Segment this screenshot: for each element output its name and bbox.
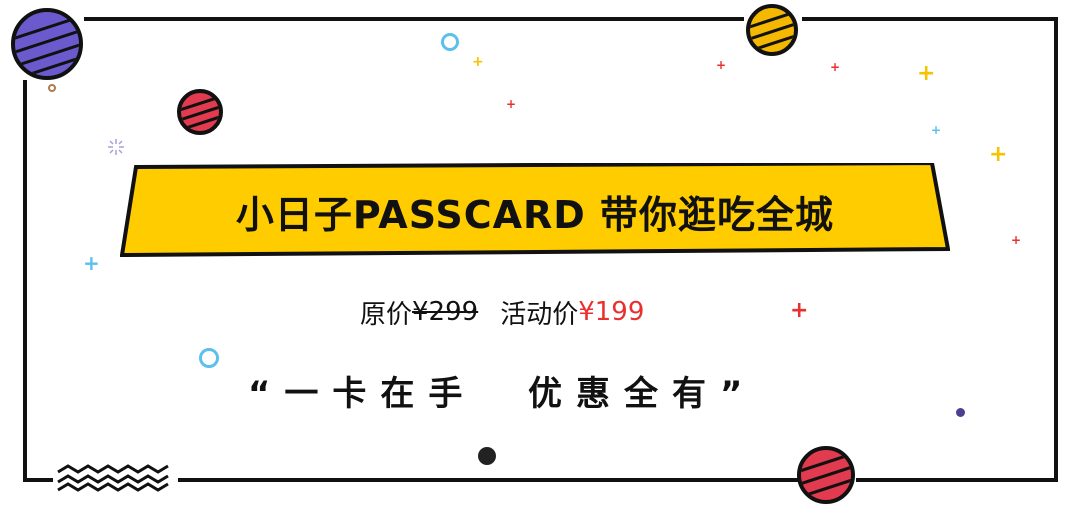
frame-bottom-left	[23, 478, 53, 482]
plus-red-icon: +	[790, 298, 809, 323]
plus-blue-icon: +	[83, 251, 100, 275]
plus-yellow-icon: +	[989, 142, 1008, 167]
frame-top-right	[802, 17, 1058, 21]
plus-pink-icon: +	[1011, 233, 1022, 247]
plus-yellow-icon: +	[472, 54, 484, 70]
slogan: “一卡在手 优惠全有”	[248, 373, 757, 414]
dot-purple-icon	[956, 408, 965, 417]
planet-purple-icon	[11, 8, 83, 80]
planet-yellow-icon	[746, 4, 798, 56]
promo-price-label: 活动价	[500, 299, 579, 330]
frame-right	[1054, 17, 1058, 482]
frame-bottom-mid	[178, 478, 798, 482]
planet-red-small-icon	[177, 89, 223, 135]
frame-bottom-right	[856, 478, 1058, 482]
plus-pink-icon: +	[506, 97, 517, 111]
sparkle-icon	[108, 139, 124, 155]
ring-brown-icon	[48, 84, 56, 92]
banner-title: 小日子PASSCARD 带你逛吃全城	[235, 192, 835, 237]
plus-pink-icon: +	[716, 58, 727, 72]
price-row: 原价 ¥299 活动价 ¥199	[360, 292, 644, 332]
frame-top-left	[84, 17, 744, 21]
ring-blue-icon	[199, 348, 219, 368]
plus-yellow-icon: +	[917, 61, 936, 86]
title-banner: 小日子PASSCARD 带你逛吃全城	[120, 163, 950, 259]
original-price-label: 原价	[360, 299, 413, 330]
frame-left	[23, 80, 27, 482]
plus-pink-icon: +	[830, 60, 841, 74]
planet-red-large-icon	[797, 446, 855, 504]
carousel-indicator-dot[interactable]	[478, 447, 496, 465]
original-price-value: ¥299	[412, 297, 479, 327]
ring-blue-icon	[441, 33, 459, 51]
zigzag-icon	[57, 464, 169, 492]
plus-blue-icon: +	[931, 123, 942, 137]
promo-price-value: ¥199	[578, 297, 645, 327]
